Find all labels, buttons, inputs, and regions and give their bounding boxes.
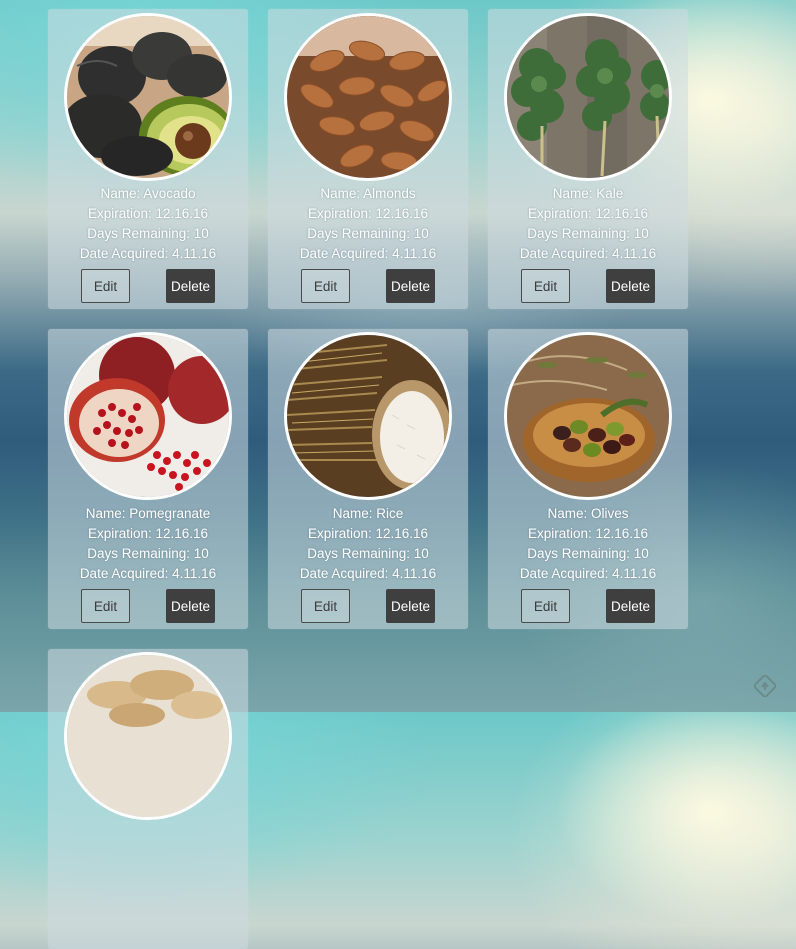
edit-button[interactable]: Edit: [521, 589, 570, 623]
delete-button[interactable]: Delete: [606, 269, 655, 303]
delete-button[interactable]: Delete: [606, 589, 655, 623]
expiration-line: Expiration: 12.16.16: [527, 526, 649, 541]
days-remaining-line: Days Remaining: 10: [527, 546, 649, 561]
days-remaining-line: Days Remaining: 10: [307, 226, 429, 241]
food-info: Name: Almonds Expiration: 12.16.16 Days …: [268, 184, 468, 264]
name-line: Name: Olives: [547, 506, 629, 521]
name-line: Name: Pomegranate: [85, 506, 211, 521]
days-remaining-line: Days Remaining: 10: [527, 226, 649, 241]
expiration-line: Expiration: 12.16.16: [307, 206, 429, 221]
food-photo-pomegranate: [64, 332, 232, 500]
date-acquired-line: Date Acquired: 4.11.16: [299, 246, 437, 261]
feedback-icon[interactable]: [754, 675, 776, 697]
food-photo-olives: [504, 332, 672, 500]
food-card: Name: Olives Expiration: 12.16.16 Days R…: [488, 329, 688, 629]
food-photo-rice: [284, 332, 452, 500]
days-remaining-line: Days Remaining: 10: [87, 226, 209, 241]
expiration-line: Expiration: 12.16.16: [307, 526, 429, 541]
date-acquired-line: Date Acquired: 4.11.16: [79, 246, 217, 261]
expiration-line: Expiration: 12.16.16: [527, 206, 649, 221]
edit-button[interactable]: Edit: [301, 589, 350, 623]
days-remaining-line: Days Remaining: 10: [87, 546, 209, 561]
food-info: Name: Avocado Expiration: 12.16.16 Days …: [48, 184, 248, 264]
food-info: Name: Olives Expiration: 12.16.16 Days R…: [488, 504, 688, 584]
food-card: [48, 649, 248, 949]
name-line: Name: Kale: [552, 186, 624, 201]
name-line: Name: Avocado: [100, 186, 196, 201]
delete-button[interactable]: Delete: [166, 269, 215, 303]
date-acquired-line: Date Acquired: 4.11.16: [79, 566, 217, 581]
date-acquired-line: Date Acquired: 4.11.16: [519, 566, 657, 581]
food-card: Name: Pomegranate Expiration: 12.16.16 D…: [48, 329, 248, 629]
food-card: Name: Rice Expiration: 12.16.16 Days Rem…: [268, 329, 468, 629]
edit-button[interactable]: Edit: [81, 269, 130, 303]
name-line: Name: Almonds: [320, 186, 416, 201]
food-info: Name: Rice Expiration: 12.16.16 Days Rem…: [268, 504, 468, 584]
delete-button[interactable]: Delete: [386, 269, 435, 303]
edit-button[interactable]: Edit: [521, 269, 570, 303]
expiration-line: Expiration: 12.16.16: [87, 526, 209, 541]
delete-button[interactable]: Delete: [166, 589, 215, 623]
date-acquired-line: Date Acquired: 4.11.16: [519, 246, 657, 261]
food-card: Name: Almonds Expiration: 12.16.16 Days …: [268, 9, 468, 309]
name-line: Name: Rice: [332, 506, 404, 521]
edit-button[interactable]: Edit: [81, 589, 130, 623]
food-photo-almonds: [284, 13, 452, 181]
food-info: Name: Kale Expiration: 12.16.16 Days Rem…: [488, 184, 688, 264]
edit-button[interactable]: Edit: [301, 269, 350, 303]
food-photo-kale: [504, 13, 672, 181]
expiration-line: Expiration: 12.16.16: [87, 206, 209, 221]
delete-button[interactable]: Delete: [386, 589, 435, 623]
food-card: Name: Kale Expiration: 12.16.16 Days Rem…: [488, 9, 688, 309]
days-remaining-line: Days Remaining: 10: [307, 546, 429, 561]
food-photo-avocado: [64, 13, 232, 181]
food-card: Name: Avocado Expiration: 12.16.16 Days …: [48, 9, 248, 309]
date-acquired-line: Date Acquired: 4.11.16: [299, 566, 437, 581]
food-photo-ginger: [64, 652, 232, 820]
food-info: Name: Pomegranate Expiration: 12.16.16 D…: [48, 504, 248, 584]
